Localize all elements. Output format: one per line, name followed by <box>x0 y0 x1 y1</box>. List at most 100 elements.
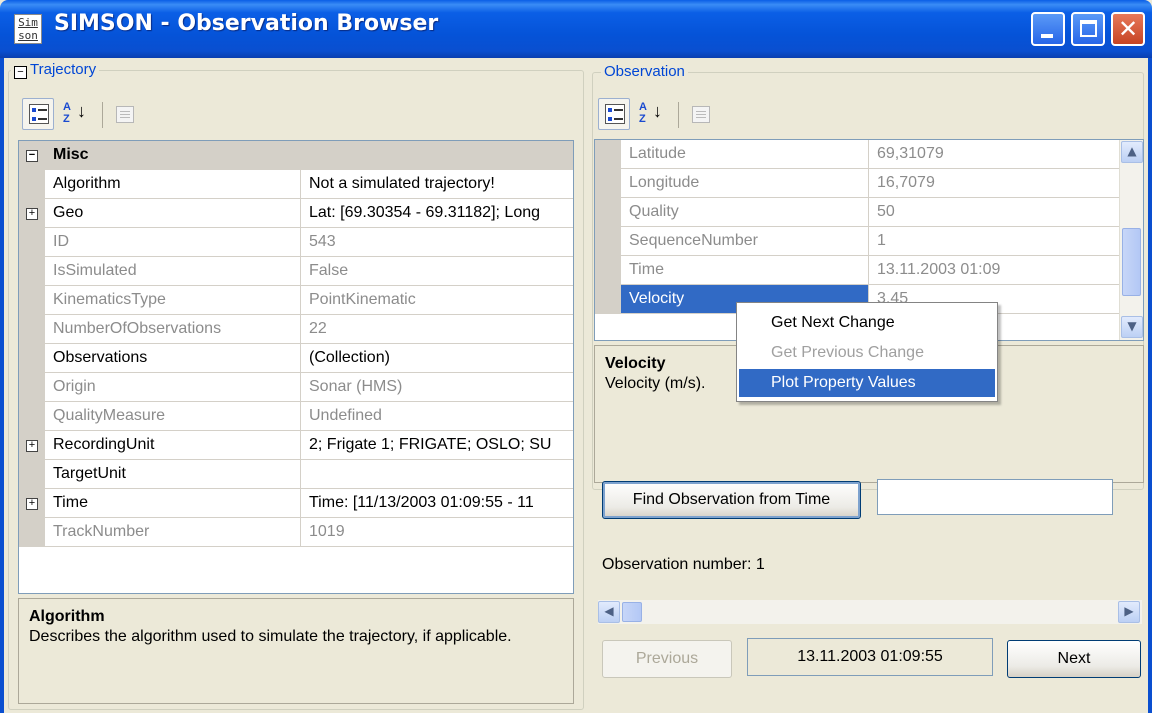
property-row[interactable]: TargetUnit <box>19 460 573 489</box>
row-margin <box>19 228 45 257</box>
find-time-input[interactable] <box>877 479 1113 515</box>
observation-row[interactable]: Quality 50 <box>595 198 1119 227</box>
property-row[interactable]: Origin Sonar (HMS) <box>19 373 573 402</box>
property-value[interactable]: Time: [11/13/2003 01:09:55 - 11 <box>301 489 573 518</box>
property-row[interactable]: + RecordingUnit 2; Frigate 1; FRIGATE; OSL… <box>19 431 573 460</box>
window-frame-left <box>0 58 4 713</box>
row-margin <box>595 198 621 227</box>
row-margin <box>19 518 45 547</box>
categorized-icon <box>29 104 49 124</box>
row-margin <box>19 402 45 431</box>
property-name: Time <box>621 256 869 285</box>
property-value[interactable]: 16,7079 <box>869 169 1119 198</box>
property-value[interactable]: Undefined <box>301 402 573 431</box>
scrollbar-thumb[interactable] <box>1122 228 1141 296</box>
property-name: IsSimulated <box>45 257 301 286</box>
category-row-misc[interactable]: − Misc <box>19 141 573 170</box>
property-value[interactable]: 1 <box>869 227 1119 256</box>
property-name: NumberOfObservations <box>45 315 301 344</box>
observation-alphabetical-button[interactable]: A Z ↓ <box>632 98 664 130</box>
property-value[interactable]: 22 <box>301 315 573 344</box>
row-margin <box>19 460 45 489</box>
observation-categorized-button[interactable] <box>598 98 630 130</box>
property-row[interactable]: ID 543 <box>19 228 573 257</box>
previous-button: Previous <box>602 640 732 678</box>
property-value[interactable]: 2; Frigate 1; FRIGATE; OSLO; SU <box>301 431 573 460</box>
collapse-icon[interactable]: − <box>26 150 38 162</box>
property-name: ID <box>45 228 301 257</box>
property-value[interactable]: 543 <box>301 228 573 257</box>
trajectory-categorized-button[interactable] <box>22 98 54 130</box>
property-row[interactable]: + Geo Lat: [69.30354 - 69.31182]; Long <box>19 199 573 228</box>
scroll-down-button[interactable]: ▼ <box>1121 316 1143 338</box>
app-icon: Sim son <box>14 14 42 44</box>
minimize-button[interactable] <box>1031 12 1065 46</box>
maximize-button[interactable] <box>1071 12 1105 46</box>
property-value[interactable]: Not a simulated trajectory! <box>301 170 573 199</box>
property-value[interactable]: 50 <box>869 198 1119 227</box>
property-name: Algorithm <box>45 170 301 199</box>
title-bar[interactable]: Sim son SIMSON - Observation Browser ✕ <box>0 0 1152 58</box>
app-icon-text-top: Sim <box>18 16 38 29</box>
property-row[interactable]: Algorithm Not a simulated trajectory! <box>19 170 573 199</box>
categorized-icon <box>605 104 625 124</box>
observation-row[interactable]: Longitude 16,7079 <box>595 169 1119 198</box>
menu-item-get-next-change[interactable]: Get Next Change <box>739 309 995 337</box>
property-value[interactable]: (Collection) <box>301 344 573 373</box>
property-value[interactable]: 13.11.2003 01:09 <box>869 256 1119 285</box>
property-value[interactable]: 69,31079 <box>869 140 1119 169</box>
maximize-icon <box>1080 20 1097 37</box>
property-row[interactable]: NumberOfObservations 22 <box>19 315 573 344</box>
close-button[interactable]: ✕ <box>1111 12 1145 46</box>
row-margin <box>19 170 45 199</box>
find-observation-button[interactable]: Find Observation from Time <box>602 481 861 519</box>
row-margin <box>595 227 621 256</box>
alphabetical-icon: A Z ↓ <box>639 101 662 125</box>
property-value[interactable]: 1019 <box>301 518 573 547</box>
expand-icon[interactable]: + <box>26 208 38 220</box>
window-frame-right <box>1148 58 1152 713</box>
property-name: Quality <box>621 198 869 227</box>
property-value[interactable]: Lat: [69.30354 - 69.31182]; Long <box>301 199 573 228</box>
menu-item-plot-property-values[interactable]: Plot Property Values <box>739 369 995 397</box>
collapse-icon[interactable]: − <box>14 66 27 79</box>
observation-row[interactable]: Latitude 69,31079 <box>595 140 1119 169</box>
row-margin <box>19 344 45 373</box>
property-row[interactable]: Observations (Collection) <box>19 344 573 373</box>
property-value[interactable]: False <box>301 257 573 286</box>
current-time-display: 13.11.2003 01:09:55 <box>747 638 993 676</box>
trajectory-alphabetical-button[interactable]: A Z ↓ <box>56 98 88 130</box>
toolbar-separator <box>678 102 679 128</box>
observation-toolbar: A Z ↓ <box>598 98 718 134</box>
help-title: Algorithm <box>29 608 105 625</box>
property-row[interactable]: KinematicsType PointKinematic <box>19 286 573 315</box>
scroll-left-button[interactable]: ◀ <box>598 601 620 623</box>
property-name: Geo <box>45 199 301 228</box>
observation-vertical-scrollbar[interactable]: ▲ ▼ <box>1119 140 1143 340</box>
next-button[interactable]: Next <box>1007 640 1141 678</box>
scrollbar-thumb[interactable] <box>622 602 642 622</box>
property-row[interactable]: TrackNumber 1019 <box>19 518 573 547</box>
expand-icon[interactable]: + <box>26 440 38 452</box>
property-value[interactable]: PointKinematic <box>301 286 573 315</box>
observation-horizontal-scrollbar[interactable]: ◀ ▶ <box>598 600 1142 624</box>
observation-row[interactable]: Time 13.11.2003 01:09 <box>595 256 1119 285</box>
observation-property-pages-button <box>684 98 716 130</box>
property-row[interactable]: + Time Time: [11/13/2003 01:09:55 - 11 <box>19 489 573 518</box>
scroll-right-button[interactable]: ▶ <box>1118 601 1140 623</box>
observation-row[interactable]: SequenceNumber 1 <box>595 227 1119 256</box>
expand-icon[interactable]: + <box>26 498 38 510</box>
property-row[interactable]: QualityMeasure Undefined <box>19 402 573 431</box>
property-value[interactable]: Sonar (HMS) <box>301 373 573 402</box>
property-value[interactable] <box>301 460 573 489</box>
property-name: Longitude <box>621 169 869 198</box>
context-menu: Get Next Change Get Previous Change Plot… <box>736 302 998 402</box>
property-row[interactable]: IsSimulated False <box>19 257 573 286</box>
row-margin <box>595 169 621 198</box>
scroll-up-button[interactable]: ▲ <box>1121 141 1143 163</box>
property-name: TargetUnit <box>45 460 301 489</box>
row-margin <box>595 285 621 314</box>
row-margin <box>19 286 45 315</box>
trajectory-property-grid[interactable]: − Misc Algorithm Not a simulated trajecto… <box>18 140 574 594</box>
trajectory-legend[interactable]: − Trajectory <box>11 61 100 79</box>
